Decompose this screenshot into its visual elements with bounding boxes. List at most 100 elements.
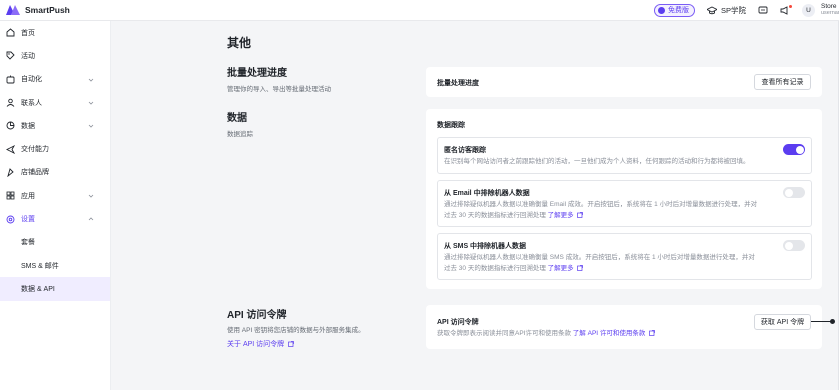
brand-icon (7, 168, 14, 177)
avatar[interactable]: U (802, 3, 815, 17)
chevron-down-icon (88, 78, 94, 82)
announcements-button[interactable] (780, 4, 792, 15)
get-api-token-button[interactable]: 获取 API 令牌 (754, 314, 811, 330)
view-all-records-button[interactable]: 查看所有记录 (754, 74, 811, 90)
anonymous-visitor-tracking: 匿名访客跟踪 在识别每个网站访问者之前跟踪他们的活动，一旦他们成为个人资料，任何… (437, 137, 812, 174)
automation-icon (6, 75, 15, 84)
academy-link[interactable]: SP学院 (706, 5, 746, 16)
home-icon (6, 28, 15, 37)
sidebar-item-label: 数据 (21, 122, 35, 130)
graduation-cap-icon (706, 5, 717, 14)
data-section-title: 数据 (227, 113, 247, 124)
sidebar-item-label: 活动 (21, 52, 35, 60)
about-api-token-label: 关于 API 访问令牌 (227, 341, 285, 348)
setting-desc-text: 过去 30 天的数据指标进行回溯处理 (444, 212, 546, 219)
setting-desc-line-2: 过去 30 天的数据指标进行回溯处理 了解更多 (444, 210, 770, 221)
batch-card: 批量处理进度 查看所有记录 (426, 67, 822, 97)
sidebar-item-apps[interactable]: 应用 (0, 184, 110, 207)
batch-section-desc: 管理你的导入、导出等批量处理活动 (227, 86, 331, 93)
data-tracking-card: 数据跟踪 匿名访客跟踪 在识别每个网站访问者之前跟踪他们的活动，一旦他们成为个人… (426, 109, 822, 289)
batch-section-title: 批量处理进度 (227, 68, 287, 79)
messages-button[interactable] (758, 6, 768, 15)
exclude-sms-bots: 从 SMS 中排除机器人数据 通过排除疑似机器人数据以准确衡量 SMS 成效。开… (437, 233, 812, 280)
setting-desc-line-1: 通过排除疑似机器人数据以准确衡量 SMS 成效。开启按钮后，系统将在 1 小时后… (444, 254, 755, 261)
brand[interactable]: SmartPush (6, 5, 70, 15)
sidebar-subitem-plan[interactable]: 套餐 (0, 231, 110, 254)
external-link-icon[interactable] (577, 264, 584, 271)
chevron-up-icon (88, 217, 94, 221)
main-content: 其他 批量处理进度 管理你的导入、导出等批量处理活动 批量处理进度 查看所有记录… (111, 21, 839, 390)
sidebar-item-campaigns[interactable]: 活动 (0, 44, 110, 67)
exclude-sms-bots-toggle[interactable] (783, 240, 805, 251)
chevron-down-icon (88, 101, 94, 105)
sidebar-item-deliverability[interactable]: 交付能力 (0, 137, 110, 160)
api-token-card: API 访问令牌 获取令牌即表示阅读并同意API许可和使用条款 了解 API 许… (426, 305, 822, 349)
setting-desc: 在识别每个网站访问者之前跟踪他们的活动，一旦他们成为个人资料，任何跟踪的活动和行… (444, 158, 750, 165)
sidebar-item-label: 设置 (21, 216, 35, 224)
chevron-down-icon (88, 124, 94, 128)
analytics-icon (6, 121, 15, 130)
setting-title: 从 Email 中排除机器人数据 (444, 190, 530, 197)
toggle-knob (784, 188, 793, 197)
sidebar-item-analytics[interactable]: 数据 (0, 114, 110, 137)
sidebar-item-label: 首页 (21, 29, 35, 37)
sidebar-item-label: 联系人 (21, 99, 42, 107)
api-token-desc: 获取令牌即表示阅读并同意API许可和使用条款 了解 API 许可和使用条款 (437, 328, 737, 339)
sidebar-item-label: 自动化 (21, 76, 42, 84)
toggle-knob (795, 145, 804, 154)
api-section-desc: 使用 API 密钥将您店铺的数据与外部服务集成。 (227, 327, 365, 334)
sidebar-subitem-data-api[interactable]: 数据 & API (0, 277, 110, 301)
sidebar-item-label: 店铺品牌 (21, 169, 49, 177)
setting-title: 从 SMS 中排除机器人数据 (444, 243, 527, 250)
api-token-label: API 访问令牌 (437, 319, 479, 326)
account-info[interactable]: Store username (821, 3, 839, 17)
plan-icon (657, 6, 665, 14)
academy-label: SP学院 (720, 5, 746, 15)
page-title: 其他 (227, 36, 252, 50)
chevron-down-icon (88, 194, 94, 198)
apps-icon (6, 191, 15, 200)
account-name: Store (821, 3, 837, 10)
exclude-email-bots-toggle[interactable] (783, 187, 805, 198)
sidebar-subitem-label: SMS & 邮件 (21, 262, 59, 270)
external-link-icon[interactable] (649, 329, 656, 336)
external-link-icon (288, 340, 294, 347)
smartpush-logo-icon (6, 5, 20, 15)
free-plan-badge[interactable]: 免费版 (653, 3, 695, 17)
sidebar-item-automation[interactable]: 自动化 (0, 68, 110, 91)
sidebar-subitem-label: 套餐 (21, 239, 35, 247)
data-tracking-label: 数据跟踪 (437, 122, 465, 129)
pointer-dot (830, 319, 835, 324)
free-plan-label: 免费版 (667, 7, 689, 14)
sidebar-item-home[interactable]: 首页 (0, 21, 110, 44)
account-username: username (821, 10, 839, 16)
anonymous-tracking-toggle[interactable] (783, 144, 805, 155)
batch-card-label: 批量处理进度 (437, 80, 479, 87)
setting-desc-line-2: 过去 30 天的数据指标进行回溯处理 了解更多 (444, 263, 770, 274)
sidebar-item-label: 应用 (21, 192, 35, 200)
settings-icon (6, 215, 15, 223)
setting-desc-line-1: 通过排除疑似机器人数据以准确衡量 Email 成效。开启按钮后，系统将在 1 小… (444, 201, 758, 208)
sidebar-subitem-sms-email[interactable]: SMS & 邮件 (0, 254, 110, 277)
sidebar-item-settings[interactable]: 设置 (0, 207, 110, 230)
app-name: SmartPush (25, 5, 70, 15)
api-terms-text: 获取令牌即表示阅读并同意API许可和使用条款 (437, 330, 571, 337)
learn-more-link[interactable]: 了解更多 (548, 265, 574, 272)
sidebar: 首页 活动 自动化 联系人 数据 交付能力 店铺品牌 应用 设置 套餐 SMS … (0, 21, 111, 390)
about-api-token-link[interactable]: 关于 API 访问令牌 (227, 339, 294, 349)
learn-more-link[interactable]: 了解更多 (548, 212, 574, 219)
exclude-email-bots: 从 Email 中排除机器人数据 通过排除疑似机器人数据以准确衡量 Email … (437, 180, 812, 227)
data-section-desc: 数据追踪 (227, 131, 253, 138)
sidebar-subitem-label: 数据 & API (21, 285, 55, 293)
api-section-title: API 访问令牌 (227, 310, 287, 321)
sidebar-item-contacts[interactable]: 联系人 (0, 91, 110, 114)
tag-icon (6, 51, 15, 61)
external-link-icon[interactable] (577, 211, 584, 218)
sidebar-item-brand[interactable]: 店铺品牌 (0, 161, 110, 184)
toggle-knob (784, 241, 793, 250)
api-terms-link[interactable]: 了解 API 许可和使用条款 (573, 330, 646, 337)
message-icon (758, 6, 768, 13)
contacts-icon (6, 98, 15, 107)
notification-dot (789, 4, 792, 8)
setting-title: 匿名访客跟踪 (444, 147, 486, 154)
